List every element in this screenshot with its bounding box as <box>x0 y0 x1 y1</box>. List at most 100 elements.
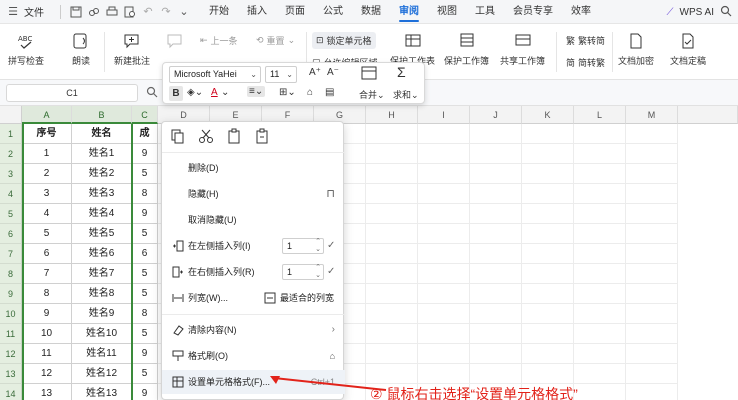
redo-icon[interactable]: ↷ <box>159 5 173 19</box>
tab-page[interactable]: 页面 <box>276 0 314 24</box>
row-header[interactable]: 11 <box>0 324 22 344</box>
table-cell[interactable]: 7 <box>22 264 72 284</box>
format-painter-icon[interactable]: ⌂ <box>307 87 313 98</box>
to-traditional-button[interactable]: 简 简转繁 <box>566 56 605 69</box>
table-cell[interactable]: 姓名8 <box>72 284 132 304</box>
table-cell[interactable]: 姓名9 <box>72 304 132 324</box>
empty-cell[interactable] <box>418 304 470 324</box>
sum-label[interactable]: 求和⌄ <box>393 88 419 101</box>
read-aloud-button[interactable]: 朗读 <box>72 32 90 67</box>
table-cell[interactable]: 姓名10 <box>72 324 132 344</box>
empty-cell[interactable] <box>522 164 574 184</box>
table-cell[interactable]: 12 <box>22 364 72 384</box>
column-header-k[interactable]: K <box>522 106 574 124</box>
table-cell[interactable]: 姓名13 <box>72 384 132 400</box>
table-cell[interactable]: 姓名 <box>72 124 132 144</box>
column-header-l[interactable]: L <box>574 106 626 124</box>
empty-cell[interactable] <box>470 224 522 244</box>
empty-cell[interactable] <box>522 344 574 364</box>
empty-cell[interactable] <box>470 304 522 324</box>
empty-cell[interactable] <box>418 244 470 264</box>
empty-cell[interactable] <box>470 364 522 384</box>
new-comment-button[interactable]: 新建批注 <box>114 32 150 67</box>
table-cell[interactable]: 6 <box>22 244 72 264</box>
table-cell[interactable]: 姓名2 <box>72 164 132 184</box>
protect-workbook-button[interactable]: 保护工作簿 <box>444 32 489 67</box>
insert-right-count-input[interactable]: 1 ⌃ ⌄ <box>282 264 324 280</box>
row-header[interactable]: 5 <box>0 204 22 224</box>
empty-cell[interactable] <box>574 344 626 364</box>
wps-ai-button[interactable]: WPS AI <box>680 7 714 18</box>
cell-style-icon[interactable]: ▤ <box>325 87 334 98</box>
bold-button[interactable]: B <box>169 86 183 101</box>
increase-font-icon[interactable]: A⁺ <box>309 67 321 78</box>
empty-cell[interactable] <box>470 204 522 224</box>
empty-cell[interactable] <box>418 124 470 144</box>
delete-comment-button[interactable] <box>166 32 184 54</box>
row-header[interactable]: 7 <box>0 244 22 264</box>
column-header-b[interactable]: B <box>72 106 132 124</box>
menu-insert-right[interactable]: 在右侧插入列(R) 1 ⌃ ⌄ ✓ <box>162 260 345 284</box>
row-header[interactable]: 3 <box>0 164 22 184</box>
merge-label[interactable]: 合并⌄ <box>359 88 385 101</box>
paste-special-icon[interactable] <box>254 128 270 144</box>
empty-cell[interactable] <box>626 224 678 244</box>
decrease-font-icon[interactable]: A⁻ <box>327 67 339 78</box>
align-icon[interactable]: ≡⌄ <box>247 86 266 97</box>
table-cell[interactable]: 5 <box>132 224 158 244</box>
table-cell[interactable]: 姓名1 <box>72 144 132 164</box>
column-header-j[interactable]: J <box>470 106 522 124</box>
empty-cell[interactable] <box>574 304 626 324</box>
empty-cell[interactable] <box>522 244 574 264</box>
empty-cell[interactable] <box>418 164 470 184</box>
empty-cell[interactable] <box>366 284 418 304</box>
check-icon[interactable]: ✓ <box>327 260 335 284</box>
empty-cell[interactable] <box>574 364 626 384</box>
empty-cell[interactable] <box>522 184 574 204</box>
table-cell[interactable]: 8 <box>132 304 158 324</box>
empty-cell[interactable] <box>574 184 626 204</box>
empty-cell[interactable] <box>366 144 418 164</box>
empty-cell[interactable] <box>418 364 470 384</box>
tab-insert[interactable]: 插入 <box>238 0 276 24</box>
border-icon[interactable]: ⊞⌄ <box>279 87 296 98</box>
print-icon[interactable] <box>105 5 119 19</box>
spinner-icon[interactable]: ⌃ ⌄ <box>315 264 321 280</box>
tab-data[interactable]: 数据 <box>352 0 390 24</box>
empty-cell[interactable] <box>574 324 626 344</box>
empty-cell[interactable] <box>574 244 626 264</box>
tab-formula[interactable]: 公式 <box>314 0 352 24</box>
column-header-h[interactable]: H <box>366 106 418 124</box>
table-cell[interactable]: 2 <box>22 164 72 184</box>
table-cell[interactable]: 5 <box>132 164 158 184</box>
empty-cell[interactable] <box>522 144 574 164</box>
hamburger-icon[interactable]: ☰ <box>6 5 20 19</box>
font-size-select[interactable]: 11 ⌄ <box>265 66 297 83</box>
empty-cell[interactable] <box>366 304 418 324</box>
empty-cell[interactable] <box>470 244 522 264</box>
name-box[interactable]: C1 <box>6 84 138 102</box>
table-cell[interactable]: 5 <box>22 224 72 244</box>
row-header[interactable]: 9 <box>0 284 22 304</box>
search-icon[interactable] <box>720 5 732 20</box>
table-cell[interactable]: 序号 <box>22 124 72 144</box>
empty-cell[interactable] <box>522 124 574 144</box>
empty-cell[interactable] <box>626 324 678 344</box>
empty-cell[interactable] <box>418 324 470 344</box>
empty-cell[interactable] <box>626 364 678 384</box>
empty-cell[interactable] <box>366 244 418 264</box>
table-cell[interactable]: 9 <box>132 344 158 364</box>
table-cell[interactable]: 9 <box>132 144 158 164</box>
preview-icon[interactable] <box>123 5 137 19</box>
sum-icon[interactable]: Σ <box>397 64 406 80</box>
empty-cell[interactable] <box>626 144 678 164</box>
empty-cell[interactable] <box>574 124 626 144</box>
font-name-select[interactable]: Microsoft YaHei ⌄ <box>169 66 261 83</box>
empty-cell[interactable] <box>626 344 678 364</box>
empty-cell[interactable] <box>522 304 574 324</box>
tab-member[interactable]: 会员专享 <box>504 0 562 24</box>
table-cell[interactable]: 6 <box>132 244 158 264</box>
empty-cell[interactable] <box>470 144 522 164</box>
table-cell[interactable]: 10 <box>22 324 72 344</box>
menu-best-fit[interactable]: 最适合的列宽 <box>262 286 345 310</box>
